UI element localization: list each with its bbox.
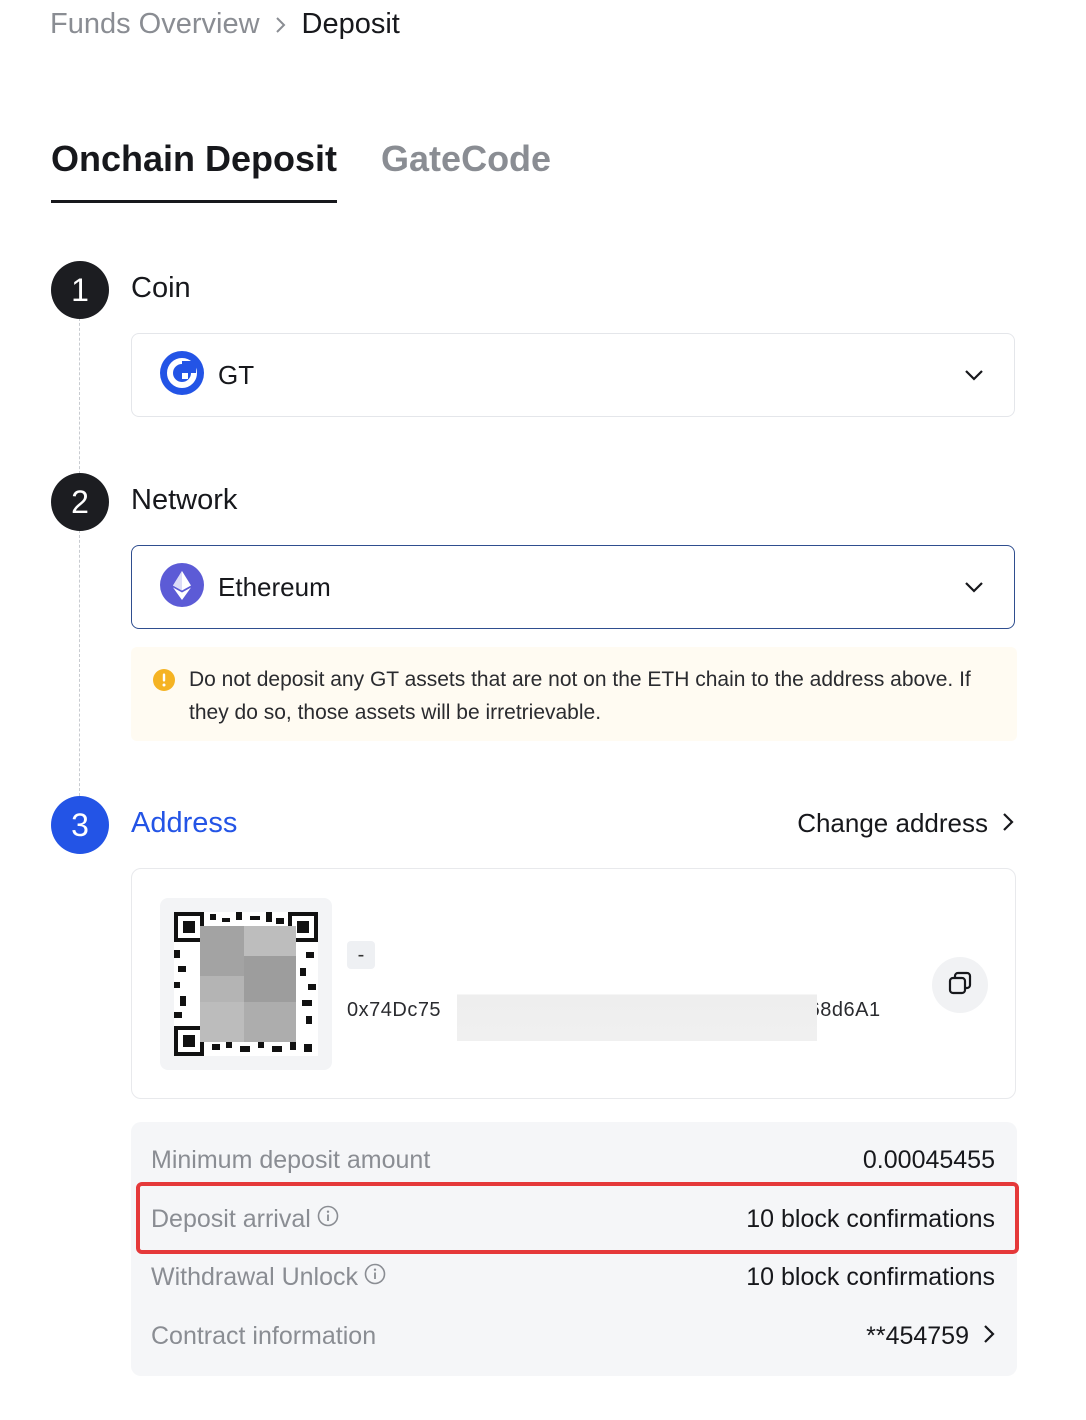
min-deposit-label: Minimum deposit amount	[151, 1146, 431, 1174]
min-deposit-value: 0.00045455	[862, 1146, 995, 1174]
deposit-address-card: - 0x74Dc75 368d6A1	[131, 868, 1016, 1099]
info-icon[interactable]	[317, 1205, 339, 1234]
copy-icon	[947, 970, 973, 1001]
step-3-circle: 3	[51, 796, 109, 854]
deposit-tabs: Onchain Deposit GateCode	[51, 138, 551, 203]
info-icon[interactable]	[364, 1263, 386, 1292]
tab-gatecode[interactable]: GateCode	[381, 138, 551, 203]
address-prefix: 0x74Dc75	[347, 999, 442, 1021]
deposit-arrival-row: Deposit arrival 10 block confirmations	[151, 1205, 995, 1234]
change-address-button[interactable]: Change address	[797, 808, 1014, 839]
step-2-circle: 2	[51, 473, 109, 531]
chevron-down-icon	[964, 369, 984, 381]
step-network-label: Network	[131, 484, 238, 516]
contract-info-label: Contract information	[151, 1322, 377, 1350]
deposit-arrival-label-wrap: Deposit arrival	[151, 1205, 339, 1234]
qr-code	[160, 898, 332, 1070]
ethereum-icon	[160, 562, 204, 612]
contract-info-value-wrap[interactable]: **454759	[866, 1322, 995, 1351]
coin-select[interactable]: GT	[131, 333, 1015, 417]
coin-select-value: GT	[218, 359, 255, 390]
address-memo: -	[347, 941, 375, 969]
step-connector-line	[79, 530, 80, 796]
chevron-down-icon	[964, 581, 984, 593]
address-redaction	[457, 955, 817, 1041]
step-address-label: Address	[131, 807, 238, 839]
gt-coin-icon	[160, 350, 204, 400]
withdrawal-unlock-label-wrap: Withdrawal Unlock	[151, 1263, 386, 1292]
network-select[interactable]: Ethereum	[131, 545, 1015, 629]
network-warning: Do not deposit any GT assets that are no…	[131, 647, 1017, 741]
step-1-circle: 1	[51, 261, 109, 319]
warning-text: Do not deposit any GT assets that are no…	[189, 668, 971, 724]
step-coin-label: Coin	[131, 272, 191, 304]
breadcrumb-current: Deposit	[301, 8, 400, 40]
deposit-arrival-value: 10 block confirmations	[746, 1205, 995, 1233]
copy-address-button[interactable]	[932, 957, 988, 1013]
breadcrumb-funds-overview[interactable]: Funds Overview	[50, 8, 260, 41]
chevron-right-icon	[983, 1322, 995, 1351]
change-address-label: Change address	[797, 808, 988, 838]
deposit-arrival-label: Deposit arrival	[151, 1205, 311, 1233]
withdrawal-unlock-row: Withdrawal Unlock 10 block confirmations	[151, 1263, 995, 1292]
chevron-right-icon	[274, 15, 288, 35]
min-deposit-row: Minimum deposit amount 0.00045455	[151, 1146, 995, 1175]
warning-icon	[153, 668, 175, 701]
chevron-right-icon	[1002, 808, 1014, 839]
tab-onchain-deposit[interactable]: Onchain Deposit	[51, 138, 338, 203]
withdrawal-unlock-value: 10 block confirmations	[746, 1263, 995, 1291]
contract-info-row[interactable]: Contract information **454759	[151, 1322, 995, 1351]
network-select-value: Ethereum	[218, 571, 331, 602]
deposit-info-panel: Minimum deposit amount 0.00045455 Deposi…	[131, 1122, 1017, 1376]
withdrawal-unlock-label: Withdrawal Unlock	[151, 1263, 359, 1291]
step-connector-line	[79, 318, 80, 474]
contract-info-value: **454759	[866, 1322, 969, 1350]
breadcrumb: Funds Overview Deposit	[50, 8, 400, 41]
